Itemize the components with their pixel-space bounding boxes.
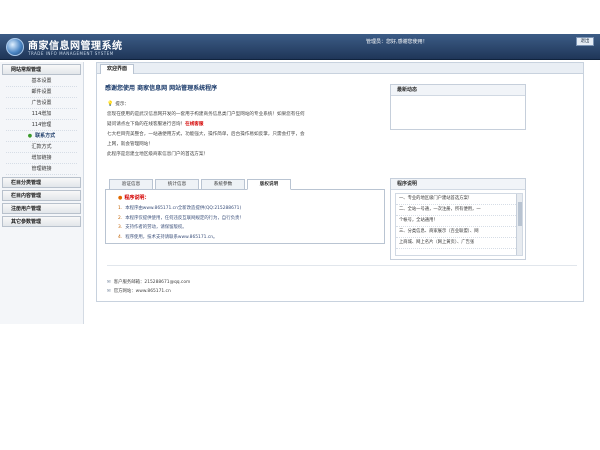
list-item: 4. 程序使用，技术支持请联系www.865171.cn。 [118, 234, 218, 240]
list-item: 3. 支持作者的劳动，请保留版权。 [118, 225, 187, 230]
info-subtabs: 验证信息 统计信息 系统参数 版权说明 [105, 179, 385, 190]
tip-line: 七大栏目完美整合，一站通便用方式，功能强大，操作简单，后台操作易如反掌，只需会打… [107, 132, 305, 137]
list-item: 2. 本程序仅提供使用，任何违反互联网规定的行为，自行负责！ [118, 215, 244, 221]
welcome-title: 感谢您使用 商家信息网 网站管理系统程序 [105, 85, 218, 92]
sidebar-item-contact[interactable]: 联系方式 [6, 131, 77, 142]
program-info-box: 程序说明 一、专业的地区级门户建站首选方案！ 二、全站一号通，一次注册，所有便用… [390, 178, 526, 260]
sidebar-item-114-manage[interactable]: 114管理 [6, 120, 77, 131]
sidebar-item-ad-settings[interactable]: 广告设置 [6, 98, 77, 109]
tip-block: 提示： 您现在使用的是武汉信息网开发的一套用于构建商务信息类门户型网站的专业系统… [107, 99, 377, 160]
list-item: 三、分类信息、商家展示（百业联盟）、网 [396, 227, 522, 238]
sidebar-section-title[interactable]: 网站常规管理 [2, 64, 81, 75]
notice-list: 1. 本程序由www.865171.cn全新改造提供(QQ:215288671) … [118, 204, 244, 242]
sidebar-item-manage-links[interactable]: 管理链接 [6, 164, 77, 175]
tab-stats-info[interactable]: 统计信息 [155, 179, 199, 190]
app-subtitle: TRADE INFO MANAGEMENT SYSTEM [28, 51, 114, 56]
sidebar-item-mail-settings[interactable]: 邮件设置 [6, 87, 77, 98]
sidebar-group-other[interactable]: 其它参数管理 [2, 216, 81, 227]
user-greeting: 管理员：您好,感谢您使用！ [366, 39, 428, 45]
contact-website[interactable]: 官方网站：www.865171.cn [107, 287, 577, 296]
scrollbar[interactable] [516, 194, 522, 255]
tab-system-params[interactable]: 系统参数 [201, 179, 245, 190]
tip-line: 疑问请点左下角的在线客服进行咨询！在线客服 [107, 120, 377, 130]
tip-line: 您现在使用的是武汉信息网开发的一套用于构建商务信息类门户型网站的专业系统！如果您… [107, 112, 305, 117]
contact-email: 客户服务邮箱：215288671@qq.com [107, 278, 577, 287]
sidebar-item-114-add[interactable]: 114增加 [6, 109, 77, 120]
list-item: 个帐号，全站通用！ [396, 216, 522, 227]
sidebar-group-content[interactable]: 栏目内容管理 [2, 190, 81, 201]
app-header: 商家信息网管理系统 TRADE INFO MANAGEMENT SYSTEM 管… [0, 34, 600, 60]
online-service-link[interactable]: 在线客服 [185, 122, 203, 127]
sidebar-group-users[interactable]: 注册用户管理 [2, 203, 81, 214]
sidebar-item-basic-settings[interactable]: 基本设置 [6, 76, 77, 87]
sidebar-item-payment[interactable]: 汇款方式 [6, 142, 77, 153]
latest-news-box: 最新动态 [390, 84, 526, 130]
sidebar-item-add-link[interactable]: 增加链接 [6, 153, 77, 164]
list-item: 上商城、网上名片（网上黄页）、广告张 [396, 238, 522, 249]
tip-heading: 提示： [107, 99, 377, 110]
program-info-title: 程序说明 [391, 179, 525, 190]
logout-button[interactable]: 退出 [576, 37, 594, 46]
tab-copyright[interactable]: 版权说明 [247, 179, 291, 190]
tip-line: 此程序是您建立地区级商家信息门户的首选方案！ [107, 152, 209, 157]
scroll-thumb[interactable] [518, 202, 522, 226]
contact-info: 客户服务邮箱：215288671@qq.com 官方网站：www.865171.… [107, 265, 577, 296]
sidebar-group-category[interactable]: 栏目分类管理 [2, 177, 81, 188]
list-item: 一、专业的地区级门户建站首选方案！ [396, 194, 522, 205]
list-item: 二、全站一号通，一次注册，所有便用，一 [396, 205, 522, 216]
app-title: 商家信息网管理系统 [28, 41, 123, 52]
tab-verify-info[interactable]: 验证信息 [109, 179, 153, 190]
notice-panel: 程序说明： 1.本程序由www.865171.cn全新改造提供(QQ:21528… [105, 190, 385, 244]
tip-line-text: 疑问请点左下角的在线客服进行咨询！ [107, 122, 186, 127]
main-tabbar: 欢迎界面 [97, 63, 583, 74]
program-info-scroll[interactable]: 一、专业的地区级门户建站首选方案！ 二、全站一号通，一次注册，所有便用，一 个帐… [395, 193, 523, 256]
tip-line: 上网，就会管理网站！ [107, 142, 153, 147]
logo-globe-icon [6, 38, 24, 56]
latest-news-title: 最新动态 [391, 85, 525, 96]
sidebar: 网站常规管理 基本设置 邮件设置 广告设置 114增加 114管理 联系方式 汇… [0, 62, 84, 324]
tab-welcome[interactable]: 欢迎界面 [100, 64, 135, 74]
list-item: 1. 本程序由www.865171.cn全新改造提供(QQ:215288671) [118, 206, 242, 211]
notice-title: 程序说明： [118, 194, 149, 201]
